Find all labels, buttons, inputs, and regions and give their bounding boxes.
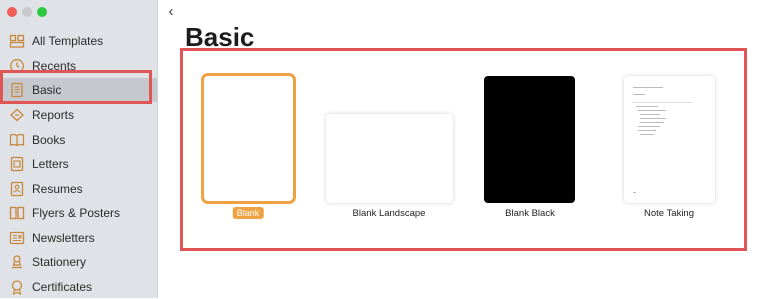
clock-icon [9, 58, 25, 74]
sidebar-item-label: Resumes [32, 182, 83, 196]
chevron-left-icon: ‹ [168, 3, 174, 20]
sidebar-item-newsletters[interactable]: Newsletters [0, 226, 157, 250]
note-line [633, 192, 636, 193]
sidebar-item-label: Basic [32, 83, 62, 97]
template-label-blank-black[interactable]: Blank Black [505, 208, 555, 219]
sidebar-item-label: Recents [32, 59, 77, 73]
note-line [638, 110, 666, 111]
note-line [640, 122, 664, 123]
sidebar-item-all-templates[interactable]: All Templates [0, 29, 157, 53]
template-label-blank-landscape[interactable]: Blank Landscape [353, 208, 426, 219]
template-thumbnail-note-taking[interactable] [624, 76, 715, 203]
sidebar-item-reports[interactable]: Reports [0, 103, 157, 127]
sidebar-item-certificates[interactable]: Certificates [0, 275, 157, 299]
template-thumbnail-blank-landscape[interactable] [326, 114, 453, 203]
sidebar-item-basic[interactable]: Basic [0, 78, 157, 102]
template-label-note-taking[interactable]: Note Taking [644, 208, 694, 219]
sidebar-item-resumes[interactable]: Resumes [0, 177, 157, 201]
sidebar-item-label: Stationery [32, 255, 87, 269]
note-line [640, 118, 666, 119]
sidebar-item-label: Reports [32, 108, 75, 122]
sidebar-item-letters[interactable]: Letters [0, 152, 157, 176]
reports-icon [9, 107, 25, 123]
sidebar-item-label: Letters [32, 157, 69, 171]
sidebar-item-label: Flyers & Posters [32, 206, 121, 220]
template-thumbnail-blank-black[interactable] [484, 76, 575, 203]
note-line [633, 102, 693, 103]
note-line [636, 106, 658, 107]
note-line [640, 134, 654, 135]
note-line [633, 94, 645, 95]
back-button[interactable]: ‹ [163, 3, 179, 21]
close-window-button[interactable] [7, 7, 17, 17]
sidebar: All Templates Recents Basic Reports Book… [0, 0, 158, 298]
certificate-icon [9, 279, 25, 295]
template-thumbnail-blank[interactable] [201, 73, 296, 204]
note-line [638, 130, 656, 131]
newsletter-icon [9, 230, 25, 246]
sidebar-item-stationery[interactable]: Stationery [0, 250, 157, 274]
sidebar-item-label: All Templates [32, 34, 104, 48]
sidebar-item-label: Newsletters [32, 231, 95, 245]
stationery-icon [9, 254, 25, 270]
resume-icon [9, 181, 25, 197]
note-line [640, 114, 660, 115]
zoom-window-button[interactable] [37, 7, 47, 17]
book-icon [9, 132, 25, 148]
minimize-window-button[interactable] [22, 7, 32, 17]
note-line [638, 126, 660, 127]
sidebar-item-label: Books [32, 133, 66, 147]
sidebar-item-recents[interactable]: Recents [0, 54, 157, 78]
template-label-blank[interactable]: Blank [232, 207, 264, 219]
sidebar-item-books[interactable]: Books [0, 128, 157, 152]
window-controls [7, 7, 47, 17]
note-line [633, 87, 663, 88]
letter-icon [9, 156, 25, 172]
flyers-icon [9, 205, 25, 221]
all-templates-icon [9, 33, 25, 49]
document-icon [9, 82, 25, 98]
page-title: Basic [185, 22, 255, 52]
sidebar-item-flyers-posters[interactable]: Flyers & Posters [0, 201, 157, 225]
sidebar-item-label: Certificates [32, 280, 93, 294]
